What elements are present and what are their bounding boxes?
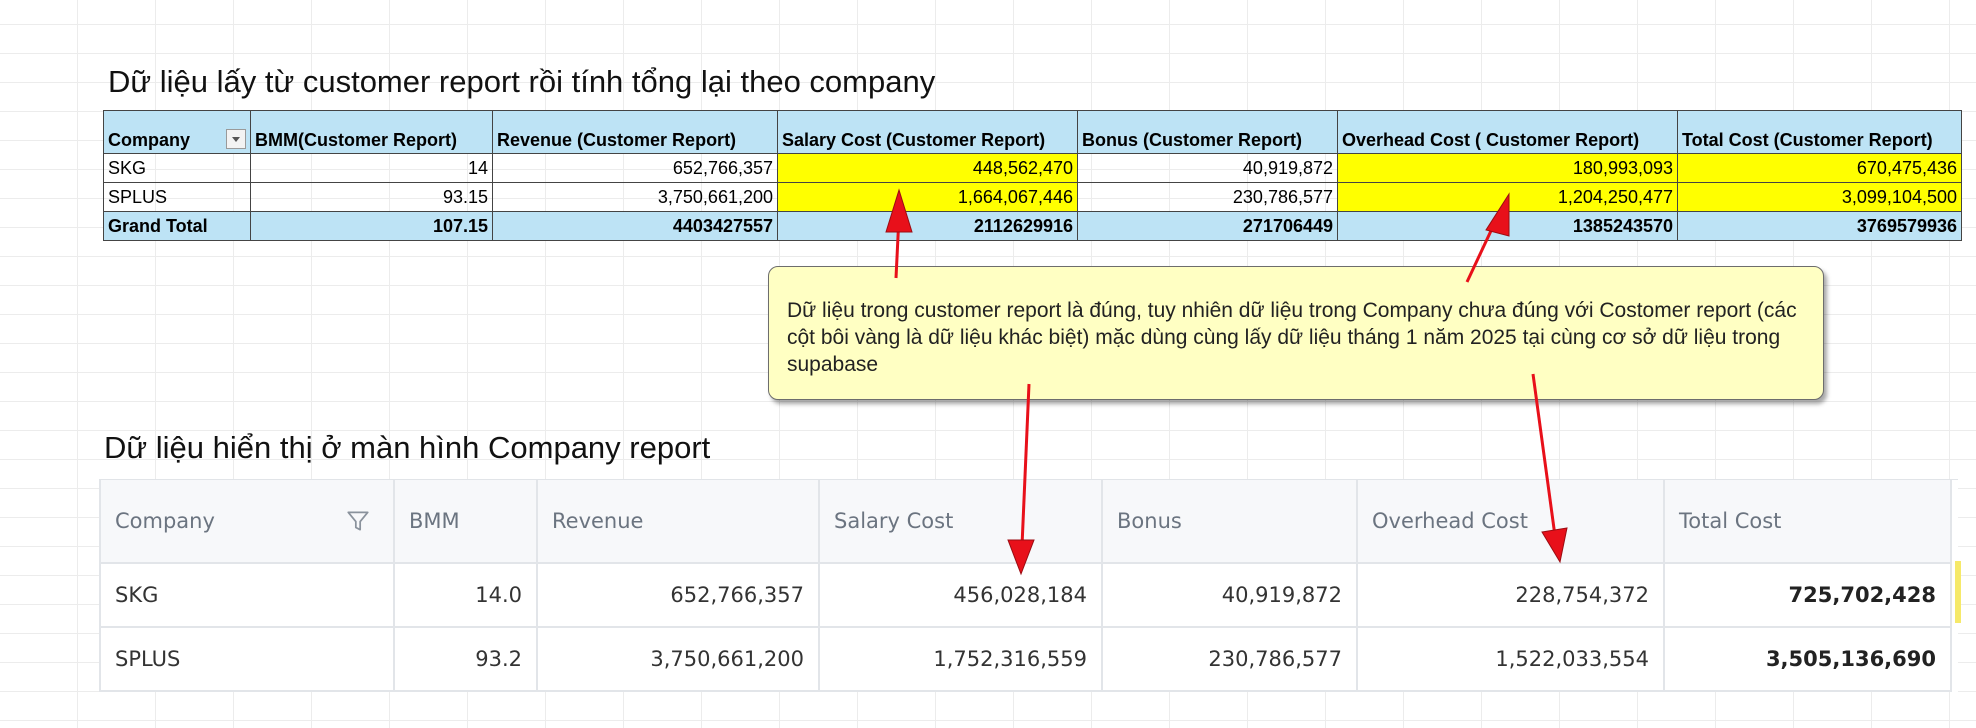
comment-callout[interactable]: Dữ liệu trong customer report là đúng, t… — [768, 266, 1824, 400]
table-row[interactable]: SPLUS 93.2 3,750,661,200 1,752,316,559 2… — [99, 627, 1952, 692]
column-header-overhead-cost[interactable]: Overhead Cost — [1357, 480, 1665, 564]
cell-bonus: 40,919,872 — [1102, 563, 1358, 628]
pivot-total-cell[interactable]: 3769579936 — [1677, 211, 1963, 241]
callout-text: Dữ liệu trong customer report là đúng, t… — [787, 299, 1797, 376]
pivot-section-title: Dữ liệu lấy từ customer report rồi tính … — [108, 64, 936, 99]
cell-total-cost: 725,702,428 — [1664, 563, 1952, 628]
pivot-total-cell[interactable]: 2112629916 — [777, 211, 1079, 241]
column-header-bonus[interactable]: Bonus — [1102, 480, 1358, 564]
pivot-header-bmm: BMM(Customer Report) — [250, 110, 494, 154]
pivot-cell-highlighted[interactable]: 448,562,470 — [777, 153, 1079, 183]
pivot-cell[interactable]: SPLUS — [102, 182, 252, 212]
pivot-cell-highlighted[interactable]: 1,664,067,446 — [777, 182, 1079, 212]
table-row[interactable]: SKG 14.0 652,766,357 456,028,184 40,919,… — [99, 563, 1952, 628]
column-header-total-cost[interactable]: Total Cost — [1664, 480, 1952, 564]
company-report-section-title: Dữ liệu hiển thị ở màn hình Company repo… — [104, 430, 711, 465]
pivot-header-overhead-cost: Overhead Cost ( Customer Report) — [1337, 110, 1679, 154]
pivot-table: Company BMM(Customer Report) Revenue (Cu… — [102, 110, 1963, 241]
cell-company: SKG — [99, 563, 395, 628]
pivot-cell-highlighted[interactable]: 670,475,436 — [1677, 153, 1963, 183]
cell-bonus: 230,786,577 — [1102, 627, 1358, 692]
pivot-header-total-cost: Total Cost (Customer Report) — [1677, 110, 1963, 154]
pivot-cell-highlighted[interactable]: 1,204,250,477 — [1337, 182, 1679, 212]
column-header-salary-cost[interactable]: Salary Cost — [819, 480, 1103, 564]
row-highlight-marker — [1955, 561, 1961, 623]
pivot-cell[interactable]: 40,919,872 — [1077, 153, 1339, 183]
pivot-cell[interactable]: 3,750,661,200 — [492, 182, 779, 212]
cell-revenue: 652,766,357 — [537, 563, 820, 628]
company-report-table: Company BMM Revenue Salary Cost Bonus Ov… — [99, 480, 1952, 692]
cell-salary-cost: 456,028,184 — [819, 563, 1103, 628]
pivot-total-cell[interactable]: 1385243570 — [1337, 211, 1679, 241]
pivot-header-row: Company BMM(Customer Report) Revenue (Cu… — [102, 110, 1963, 154]
pivot-header-company[interactable]: Company — [102, 110, 252, 154]
cell-bmm: 14.0 — [394, 563, 538, 628]
column-header-company[interactable]: Company — [99, 480, 395, 564]
pivot-grand-total-row: Grand Total 107.15 4403427557 2112629916… — [102, 211, 1963, 241]
company-report-header-row: Company BMM Revenue Salary Cost Bonus Ov… — [99, 480, 1952, 564]
column-header-bmm[interactable]: BMM — [394, 480, 538, 564]
pivot-total-cell[interactable]: 271706449 — [1077, 211, 1339, 241]
pivot-total-cell[interactable]: 4403427557 — [492, 211, 779, 241]
cell-bmm: 93.2 — [394, 627, 538, 692]
pivot-cell[interactable]: 93.15 — [250, 182, 494, 212]
pivot-row-splus: SPLUS 93.15 3,750,661,200 1,664,067,446 … — [102, 182, 1963, 212]
filter-dropdown-icon[interactable] — [226, 129, 247, 149]
cell-overhead-cost: 228,754,372 — [1357, 563, 1665, 628]
pivot-total-cell[interactable]: 107.15 — [250, 211, 494, 241]
cell-company: SPLUS — [99, 627, 395, 692]
column-header-revenue[interactable]: Revenue — [537, 480, 820, 564]
pivot-cell-highlighted[interactable]: 180,993,093 — [1337, 153, 1679, 183]
pivot-header-salary-cost: Salary Cost (Customer Report) — [777, 110, 1079, 154]
pivot-header-bonus: Bonus (Customer Report) — [1077, 110, 1339, 154]
cell-revenue: 3,750,661,200 — [537, 627, 820, 692]
company-report-table-panel: Company BMM Revenue Salary Cost Bonus Ov… — [99, 479, 1958, 692]
pivot-total-cell[interactable]: Grand Total — [102, 211, 252, 241]
pivot-cell[interactable]: 14 — [250, 153, 494, 183]
pivot-cell[interactable]: 652,766,357 — [492, 153, 779, 183]
pivot-cell[interactable]: 230,786,577 — [1077, 182, 1339, 212]
pivot-row-skg: SKG 14 652,766,357 448,562,470 40,919,87… — [102, 153, 1963, 183]
pivot-cell-highlighted[interactable]: 3,099,104,500 — [1677, 182, 1963, 212]
cell-overhead-cost: 1,522,033,554 — [1357, 627, 1665, 692]
cell-total-cost: 3,505,136,690 — [1664, 627, 1952, 692]
cell-salary-cost: 1,752,316,559 — [819, 627, 1103, 692]
pivot-header-revenue: Revenue (Customer Report) — [492, 110, 779, 154]
funnel-icon[interactable] — [345, 508, 371, 534]
pivot-cell[interactable]: SKG — [102, 153, 252, 183]
